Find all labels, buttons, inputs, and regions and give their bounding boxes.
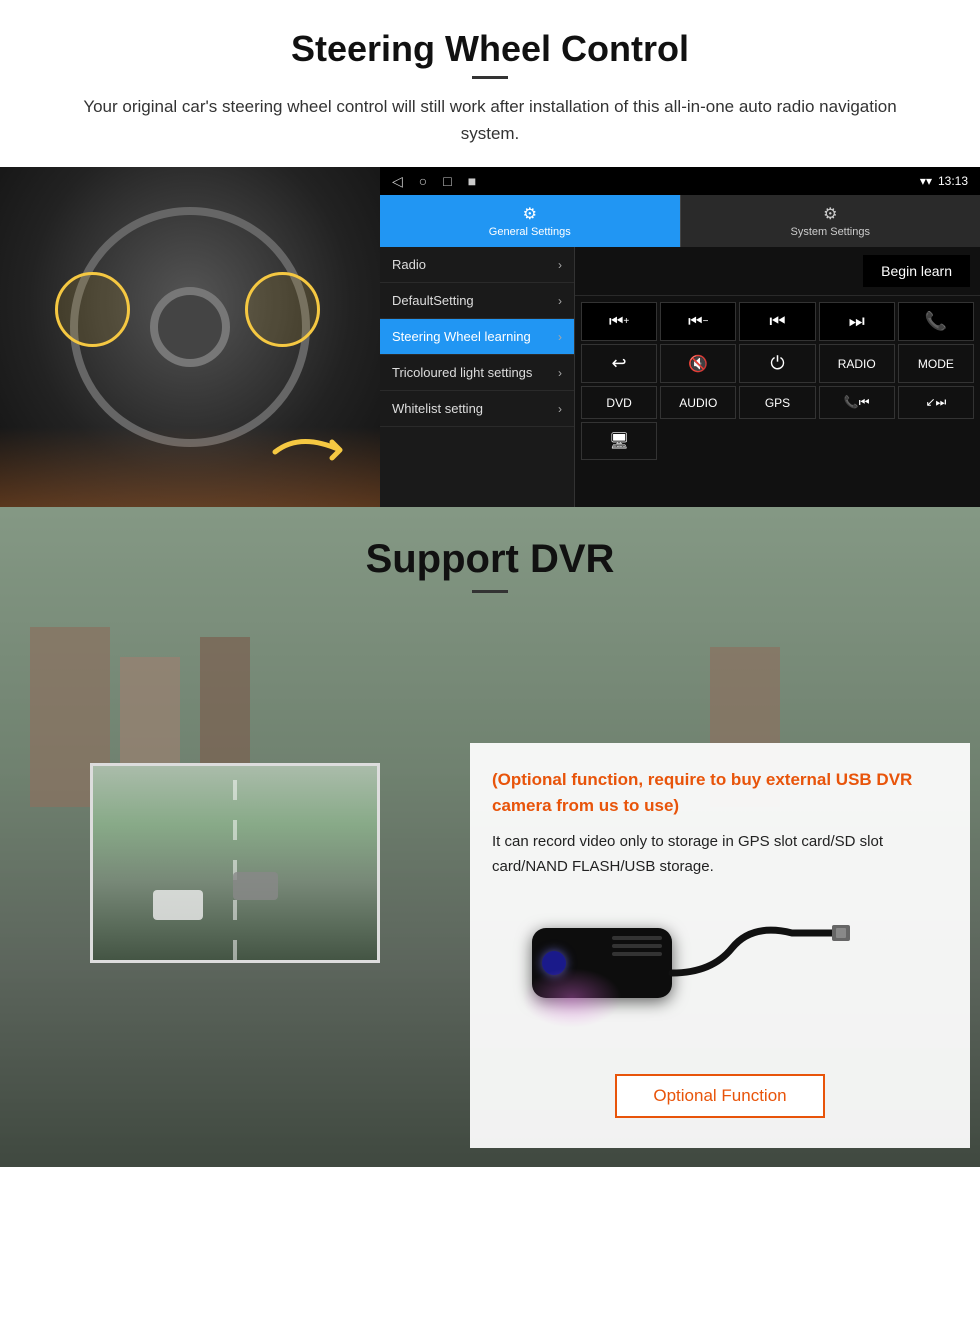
ctrl-power[interactable]: ⏻ xyxy=(739,344,815,383)
menu-default-label: DefaultSetting xyxy=(392,293,474,308)
section-subtitle: Your original car's steering wheel contr… xyxy=(60,93,920,147)
ctrl-audio[interactable]: AUDIO xyxy=(660,386,736,419)
chevron-icon-4: › xyxy=(558,366,562,380)
ctrl-phone-next[interactable]: ↙⏭ xyxy=(898,386,974,419)
dvr-title: Support DVR xyxy=(0,537,980,582)
dvr-section: Support DVR (Optional function, require … xyxy=(0,507,980,1167)
ctrl-vol-down[interactable]: ⏮− xyxy=(660,302,736,341)
tab-system-label: System Settings xyxy=(791,226,870,238)
dvr-camera-illustration xyxy=(492,898,948,1058)
menu-whitelist-label: Whitelist setting xyxy=(392,401,483,416)
content-area: Begin learn ⏮+ ⏮− ⏮ ⏭ 📞 ↩ 🔇 ⏻ RADIO MODE xyxy=(575,247,980,507)
dvr-info-card: (Optional function, require to buy exter… xyxy=(470,743,970,1148)
dvr-description: It can record video only to storage in G… xyxy=(492,830,948,880)
status-right: ▾▾ 13:13 xyxy=(920,174,968,188)
ctrl-vol-up[interactable]: ⏮+ xyxy=(581,302,657,341)
ctrl-mute[interactable]: 🔇 xyxy=(660,344,736,383)
usb-cable-icon xyxy=(632,908,852,1028)
dvr-thumbnail xyxy=(90,763,380,963)
chevron-icon-2: › xyxy=(558,294,562,308)
arrow-icon xyxy=(270,422,360,482)
recents-icon: □ xyxy=(443,173,451,190)
back-icon: ◁ xyxy=(392,173,403,190)
ctrl-prev[interactable]: ⏮ xyxy=(739,302,815,341)
dvr-optional-text: (Optional function, require to buy exter… xyxy=(492,767,948,818)
dvr-title-area: Support DVR xyxy=(0,507,980,603)
menu-radio-label: Radio xyxy=(392,257,426,272)
page-title: Steering Wheel Control xyxy=(0,0,980,76)
signal-icon: ▾▾ xyxy=(920,174,932,188)
chevron-icon-5: › xyxy=(558,402,562,416)
status-time: 13:13 xyxy=(938,174,968,188)
menu-item-steering-wheel[interactable]: Steering Wheel learning › xyxy=(380,319,574,355)
chevron-icon: › xyxy=(558,258,562,272)
dvr-left-panel xyxy=(0,743,470,1148)
dvr-divider xyxy=(472,590,508,593)
gear-icon-inactive: ⚙ xyxy=(823,204,837,224)
ctrl-next[interactable]: ⏭ xyxy=(819,302,895,341)
ctrl-phone-prev[interactable]: 📞⏮ xyxy=(819,386,895,419)
menu-item-radio[interactable]: Radio › xyxy=(380,247,574,283)
control-grid: ⏮+ ⏮− ⏮ ⏭ 📞 ↩ 🔇 ⏻ RADIO MODE DVD AUDIO G… xyxy=(575,296,980,466)
right-highlight xyxy=(245,272,320,347)
android-status-bar: ◁ ○ □ ■ ▾▾ 13:13 xyxy=(380,167,980,195)
tab-general-label: General Settings xyxy=(489,226,571,238)
tab-system-settings[interactable]: ⚙ System Settings xyxy=(680,195,980,247)
ctrl-radio[interactable]: RADIO xyxy=(819,344,895,383)
steering-demo-area: ◁ ○ □ ■ ▾▾ 13:13 ⚙ General Settings ⚙ Sy… xyxy=(0,167,980,507)
gear-icon-active: ⚙ xyxy=(523,204,537,224)
ctrl-gps[interactable]: GPS xyxy=(739,386,815,419)
title-divider xyxy=(472,76,508,79)
ctrl-extra[interactable]: 🖥 xyxy=(581,422,657,460)
menu-icon: ■ xyxy=(468,173,476,190)
optional-function-button[interactable]: Optional Function xyxy=(615,1074,824,1118)
begin-learn-button[interactable]: Begin learn xyxy=(863,255,970,287)
chevron-icon-3: › xyxy=(558,330,562,344)
menu-tricoloured-label: Tricoloured light settings xyxy=(392,365,532,380)
menu-item-default[interactable]: DefaultSetting › xyxy=(380,283,574,319)
ctrl-mode[interactable]: MODE xyxy=(898,344,974,383)
ctrl-back[interactable]: ↩ xyxy=(581,344,657,383)
android-tabs: ⚙ General Settings ⚙ System Settings xyxy=(380,195,980,247)
home-icon: ○ xyxy=(419,173,427,190)
ctrl-phone[interactable]: 📞 xyxy=(898,302,974,341)
nav-icons: ◁ ○ □ ■ xyxy=(392,173,476,190)
menu-area: Radio › DefaultSetting › Steering Wheel … xyxy=(380,247,980,507)
menu-item-whitelist[interactable]: Whitelist setting › xyxy=(380,391,574,427)
begin-learn-row: Begin learn xyxy=(575,247,980,296)
menu-steering-label: Steering Wheel learning xyxy=(392,329,531,344)
menu-item-tricoloured[interactable]: Tricoloured light settings › xyxy=(380,355,574,391)
android-ui-panel: ◁ ○ □ ■ ▾▾ 13:13 ⚙ General Settings ⚙ Sy… xyxy=(380,167,980,507)
dvr-content-row: (Optional function, require to buy exter… xyxy=(0,743,980,1148)
steering-wheel-photo xyxy=(0,167,380,507)
tab-general-settings[interactable]: ⚙ General Settings xyxy=(380,195,680,247)
menu-list: Radio › DefaultSetting › Steering Wheel … xyxy=(380,247,575,507)
ctrl-dvd[interactable]: DVD xyxy=(581,386,657,419)
left-highlight xyxy=(55,272,130,347)
